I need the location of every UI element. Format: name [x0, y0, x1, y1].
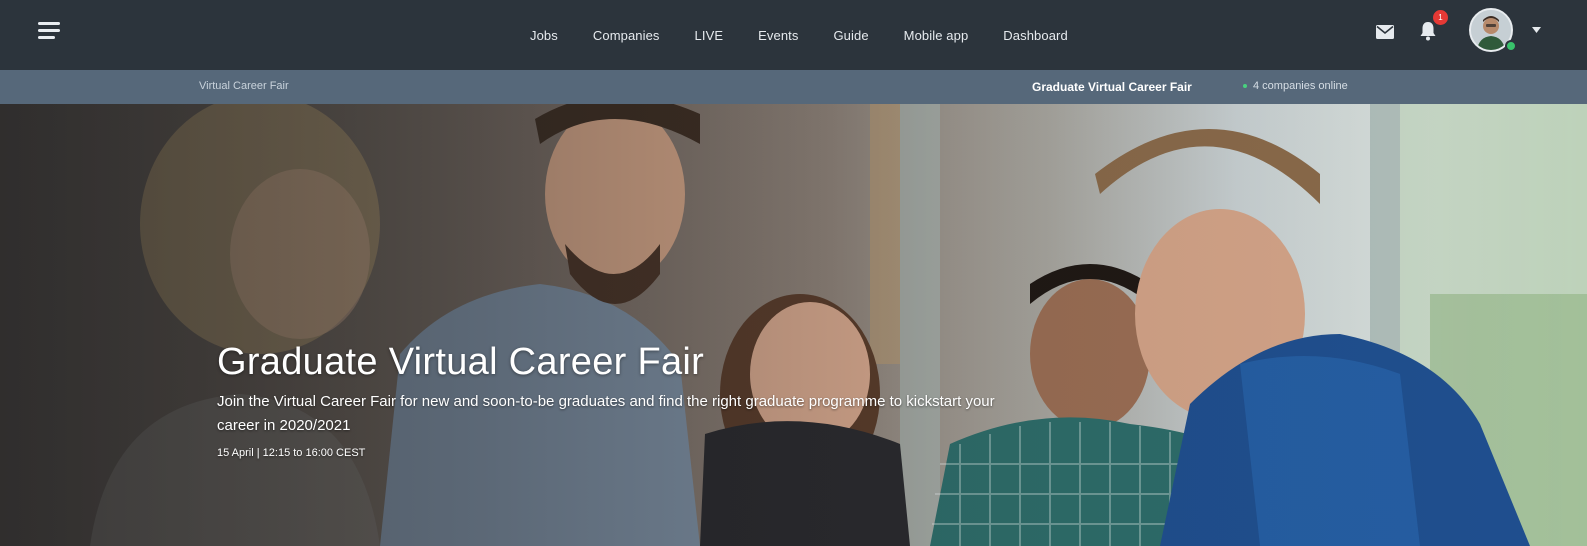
nav-link-live[interactable]: LIVE	[695, 28, 724, 43]
hero-title: Graduate Virtual Career Fair	[217, 341, 705, 383]
top-navigation-bar: Jobs Companies LIVE Events Guide Mobile …	[0, 0, 1587, 70]
companies-online-status: 4 companies online	[1243, 80, 1348, 92]
nav-link-companies[interactable]: Companies	[593, 28, 660, 43]
companies-online-text: 4 companies online	[1253, 80, 1348, 92]
nav-link-mobile-app[interactable]: Mobile app	[904, 28, 969, 43]
online-status-dot	[1505, 40, 1517, 52]
nav-link-events[interactable]: Events	[758, 28, 798, 43]
main-nav-links: Jobs Companies LIVE Events Guide Mobile …	[530, 0, 1103, 70]
hero-text-block: Graduate Virtual Career Fair Join the Vi…	[217, 340, 1017, 459]
notification-badge: 1	[1433, 10, 1448, 25]
hero-banner: Graduate Virtual Career Fair Join the Vi…	[0, 104, 1587, 546]
chevron-down-icon[interactable]	[1532, 27, 1541, 33]
fair-name-link[interactable]: Graduate Virtual Career Fair	[1032, 80, 1192, 94]
hamburger-menu-icon[interactable]	[38, 22, 60, 40]
breadcrumb-virtual-career-fair[interactable]: Virtual Career Fair	[199, 80, 289, 92]
nav-link-guide[interactable]: Guide	[833, 28, 868, 43]
nav-link-jobs[interactable]: Jobs	[530, 28, 558, 43]
hero-dark-overlay	[0, 104, 1587, 546]
envelope-icon[interactable]	[1376, 25, 1394, 39]
nav-link-dashboard[interactable]: Dashboard	[1003, 28, 1068, 43]
online-indicator-dot	[1243, 84, 1247, 88]
fair-sub-navigation: Virtual Career Fair Graduate Virtual Car…	[0, 70, 1587, 104]
hero-description: Join the Virtual Career Fair for new and…	[217, 393, 995, 434]
bell-icon[interactable]	[1419, 21, 1437, 41]
event-date-time: 15 April | 12:15 to 16:00 CEST	[217, 447, 366, 459]
